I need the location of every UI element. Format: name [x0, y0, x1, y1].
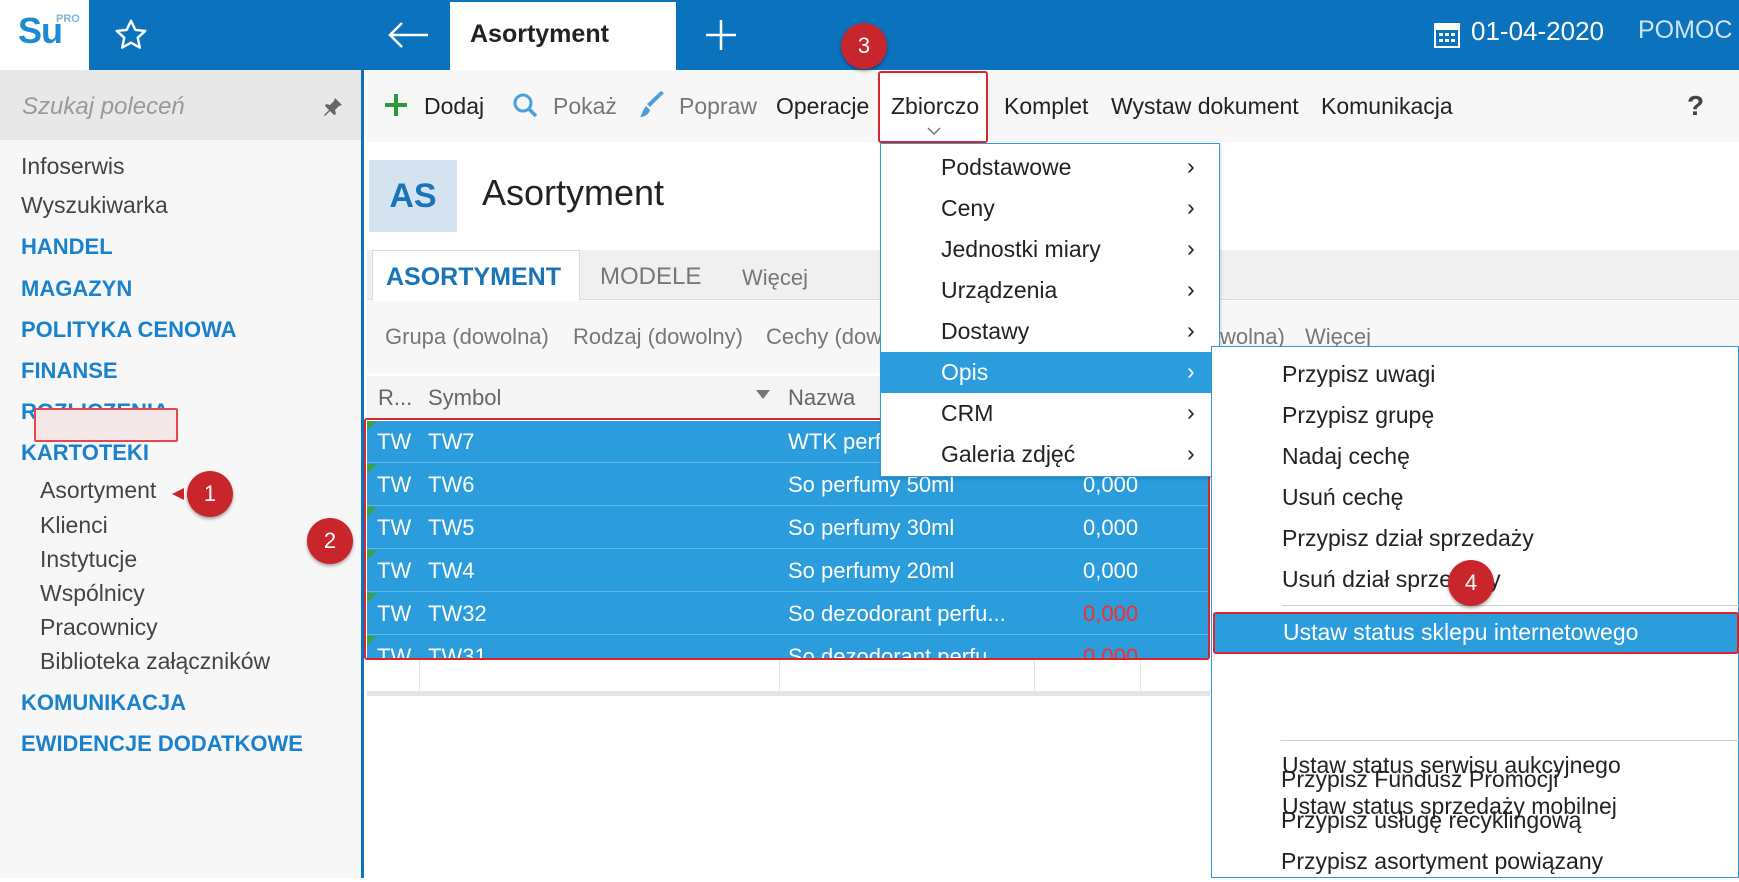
zbiorczo-menu: Podstawowe › Ceny › Jednostki miary › Urząd… [880, 143, 1220, 477]
grid-divider [419, 660, 420, 696]
sidebar-item-instytucje[interactable]: Instytucje [40, 546, 137, 573]
submenu-item-przypisz-dzial[interactable]: Przypisz dział sprzedaży [1212, 518, 1739, 559]
sidebar-item-wyszukiwarka[interactable]: Wyszukiwarka [21, 192, 168, 219]
submenu-item-asortyment-powiazany[interactable]: Przypisz asortyment powiązany [1211, 841, 1739, 882]
sidebar-section-ewidencje[interactable]: EWIDENCJE DODATKOWE [21, 731, 303, 757]
column-header-r[interactable]: R... [378, 385, 412, 411]
sidebar-section-magazyn[interactable]: MAGAZYN [21, 276, 132, 302]
menu-item-ceny[interactable]: Ceny › [881, 188, 1219, 229]
sidebar-item-biblioteka[interactable]: Biblioteka załączników [40, 648, 270, 675]
plus-add-icon[interactable] [384, 93, 408, 117]
sidebar-item-pracownicy[interactable]: Pracownicy [40, 614, 158, 641]
operations-button[interactable]: Operacje [776, 93, 869, 120]
search-placeholder: Szukaj poleceń [22, 93, 185, 120]
tab-more[interactable]: Więcej [742, 265, 808, 291]
tab-asortyment[interactable]: Asortyment [450, 2, 676, 70]
page-title: Asortyment [482, 172, 665, 213]
help-question-button[interactable]: ? [1687, 90, 1704, 122]
logo-pro: PRO [56, 13, 80, 25]
menu-item-urzadzenia[interactable]: Urządzenia › [881, 270, 1219, 311]
zbiorczo-button[interactable]: Zbiorczo [891, 93, 979, 120]
chevron-right-icon: › [1187, 399, 1195, 425]
tab-modele[interactable]: MODELE [600, 263, 701, 291]
menu-item-dostawy[interactable]: Dostawy › [881, 311, 1219, 352]
column-header-nazwa[interactable]: Nazwa [788, 385, 855, 411]
command-search-input[interactable]: Szukaj poleceń [0, 70, 361, 140]
menu-item-galeria[interactable]: Galeria zdjęć › [881, 434, 1219, 475]
sort-down-icon[interactable] [756, 390, 770, 400]
menu-item-jednostki-miary[interactable]: Jednostki miary › [881, 229, 1219, 270]
grid-footer [367, 660, 1210, 696]
sidebar-section-handel[interactable]: HANDEL [21, 234, 113, 260]
chevron-right-icon: › [1187, 358, 1195, 384]
chevron-down-icon [927, 127, 941, 135]
sidebar-item-klienci[interactable]: Klienci [40, 512, 108, 539]
date-display[interactable]: 01-04-2020 [1471, 16, 1604, 47]
communication-button[interactable]: Komunikacja [1321, 93, 1453, 120]
grid-divider [1034, 660, 1035, 696]
chevron-right-icon: › [1187, 194, 1195, 220]
column-header-symbol[interactable]: Symbol [428, 385, 501, 411]
sidebar-section-polityka-cenowa[interactable]: POLITYKA CENOWA [21, 317, 237, 343]
marker-pointer [172, 488, 184, 500]
tab-label: Asortyment [470, 20, 609, 48]
menu-item-crm[interactable]: CRM › [881, 393, 1219, 434]
menu-separator [1281, 740, 1739, 741]
show-button[interactable]: Pokaż [553, 93, 617, 120]
app-logo[interactable]: Su PRO [0, 0, 89, 70]
plus-icon[interactable] [703, 17, 739, 53]
sidebar-item-asortyment-highlight[interactable] [34, 408, 178, 442]
chevron-right-icon: › [1187, 153, 1195, 179]
submenu-item-nadaj-ceche[interactable]: Nadaj cechę [1212, 436, 1739, 477]
step-marker-3: 3 [841, 23, 887, 69]
add-button[interactable]: Dodaj [424, 93, 484, 120]
tab-label: ASORTYMENT [386, 263, 561, 291]
grid-divider [1140, 660, 1141, 696]
submenu-item-przypisz-grupe[interactable]: Przypisz grupę [1212, 395, 1739, 436]
submenu-item-przypisz-uwagi[interactable]: Przypisz uwagi [1212, 354, 1739, 395]
sidebar-item-wspolnicy[interactable]: Wspólnicy [40, 580, 145, 607]
search-icon[interactable] [512, 92, 538, 118]
submenu-item-fundusz-promocji[interactable]: Przypisz Fundusz Promocji [1211, 759, 1739, 800]
back-arrow-icon[interactable] [386, 20, 430, 50]
edit-button[interactable]: Popraw [679, 93, 757, 120]
tab-asortyment-list[interactable]: ASORTYMENT [372, 250, 580, 301]
filter-grupa[interactable]: Grupa (dowolna) [385, 324, 549, 350]
module-badge: AS [369, 160, 457, 232]
help-link[interactable]: POMOC [1638, 16, 1732, 45]
chevron-right-icon: › [1187, 235, 1195, 261]
issue-document-button[interactable]: Wystaw dokument [1111, 93, 1299, 120]
step-marker-1: 1 [187, 471, 233, 517]
komplet-button[interactable]: Komplet [1004, 93, 1088, 120]
pin-icon[interactable] [322, 96, 344, 118]
sidebar-section-komunikacja[interactable]: KOMUNIKACJA [21, 690, 186, 716]
step-marker-2: 2 [307, 518, 353, 564]
calendar-icon[interactable] [1434, 20, 1460, 48]
menu-item-opis[interactable]: Opis › [881, 352, 1219, 393]
sidebar-item-infoserwis[interactable]: Infoserwis [21, 153, 125, 180]
filter-rodzaj[interactable]: Rodzaj (dowolny) [573, 324, 743, 350]
chevron-right-icon: › [1187, 276, 1195, 302]
star-icon[interactable] [113, 17, 149, 53]
menu-separator [1282, 605, 1739, 606]
chevron-right-icon: › [1187, 440, 1195, 466]
filter-cechy[interactable]: Cechy (dow [766, 324, 882, 350]
submenu-item-usluga-recyklingowa[interactable]: Przypisz usługę recyklingową [1211, 800, 1739, 841]
menu-item-podstawowe[interactable]: Podstawowe › [881, 147, 1219, 188]
submenu-item-usun-ceche[interactable]: Usuń cechę [1212, 477, 1739, 518]
brush-icon[interactable] [638, 91, 666, 119]
sidebar-section-finanse[interactable]: FINANSE [21, 358, 118, 384]
sidebar-item-asortyment[interactable]: Asortyment [40, 477, 156, 504]
sidebar-section-kartoteki[interactable]: KARTOTEKI [21, 440, 149, 466]
chevron-right-icon: › [1187, 317, 1195, 343]
step-marker-4: 4 [1448, 560, 1494, 606]
submenu-item-status-sklepu[interactable]: Ustaw status sklepu internetowego [1213, 612, 1739, 654]
grid-divider [779, 660, 780, 696]
